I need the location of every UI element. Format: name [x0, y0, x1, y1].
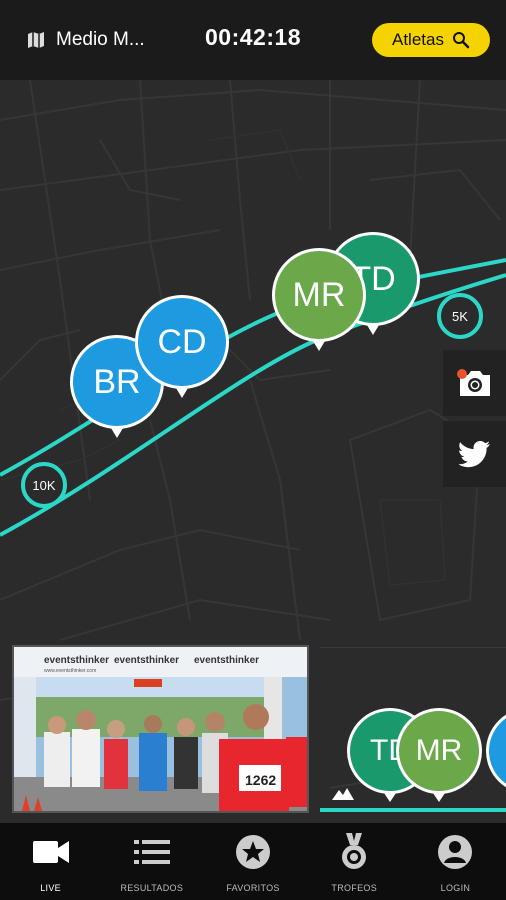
- svg-text:eventsthinker: eventsthinker: [194, 655, 259, 666]
- camera-button[interactable]: [443, 350, 506, 416]
- mini-athlete-marker-mr[interactable]: MR: [396, 708, 482, 802]
- search-icon: [452, 32, 470, 49]
- mini-map-preview[interactable]: TD MR: [320, 647, 506, 816]
- svg-text:www.eventsthinker.com: www.eventsthinker.com: [44, 668, 96, 674]
- nav-trofeos-label: TROFEOS: [331, 883, 378, 893]
- twitter-button[interactable]: [443, 421, 506, 487]
- race-timer: 00:42:18: [205, 24, 302, 50]
- nav-resultados[interactable]: RESULTADOS: [101, 823, 202, 900]
- runners-photo: eventsthinker eventsthinker eventsthinke…: [14, 647, 307, 811]
- nav-trofeos[interactable]: TROFEOS: [304, 823, 405, 900]
- race-name: Medio M...: [56, 29, 145, 50]
- top-bar: Medio M... 00:42:18 Atletas: [0, 0, 506, 80]
- list-icon: [133, 840, 170, 864]
- terrain-icon: [332, 788, 354, 800]
- km-marker-10k: 10K: [21, 462, 67, 508]
- athletes-search-button[interactable]: Atletas: [372, 23, 490, 57]
- svg-text:eventsthinker: eventsthinker: [114, 655, 179, 666]
- nav-login-label: LOGIN: [440, 883, 471, 893]
- km-marker-5k: 5K: [437, 293, 483, 339]
- twitter-icon: [458, 441, 490, 468]
- nav-favoritos-label: FAVORITOS: [226, 883, 280, 893]
- athletes-button-label: Atletas: [392, 30, 444, 49]
- banner-brand-text: eventsthinker: [44, 655, 109, 666]
- nav-login[interactable]: LOGIN: [405, 823, 506, 900]
- nav-live-label: LIVE: [40, 883, 61, 893]
- nav-live[interactable]: LIVE: [0, 823, 101, 900]
- star-icon: [236, 835, 270, 869]
- user-icon: [438, 835, 473, 869]
- race-selector[interactable]: Medio M...: [26, 26, 145, 54]
- bottom-navigation: LIVE RESULTADOS FAVORITOS TROFEOS LOGIN: [0, 823, 506, 900]
- race-photo[interactable]: eventsthinker eventsthinker eventsthinke…: [12, 645, 309, 813]
- athlete-marker-mr[interactable]: MR: [272, 248, 366, 351]
- nav-favoritos[interactable]: FAVORITOS: [202, 823, 303, 900]
- medal-icon: [342, 833, 367, 869]
- athlete-marker-cd[interactable]: CD: [135, 295, 229, 398]
- camera-icon: [456, 369, 490, 396]
- nav-resultados-label: RESULTADOS: [120, 883, 184, 893]
- video-camera-icon: [32, 841, 69, 863]
- bib-number-text: 1262: [245, 772, 276, 788]
- map-icon: [28, 32, 44, 48]
